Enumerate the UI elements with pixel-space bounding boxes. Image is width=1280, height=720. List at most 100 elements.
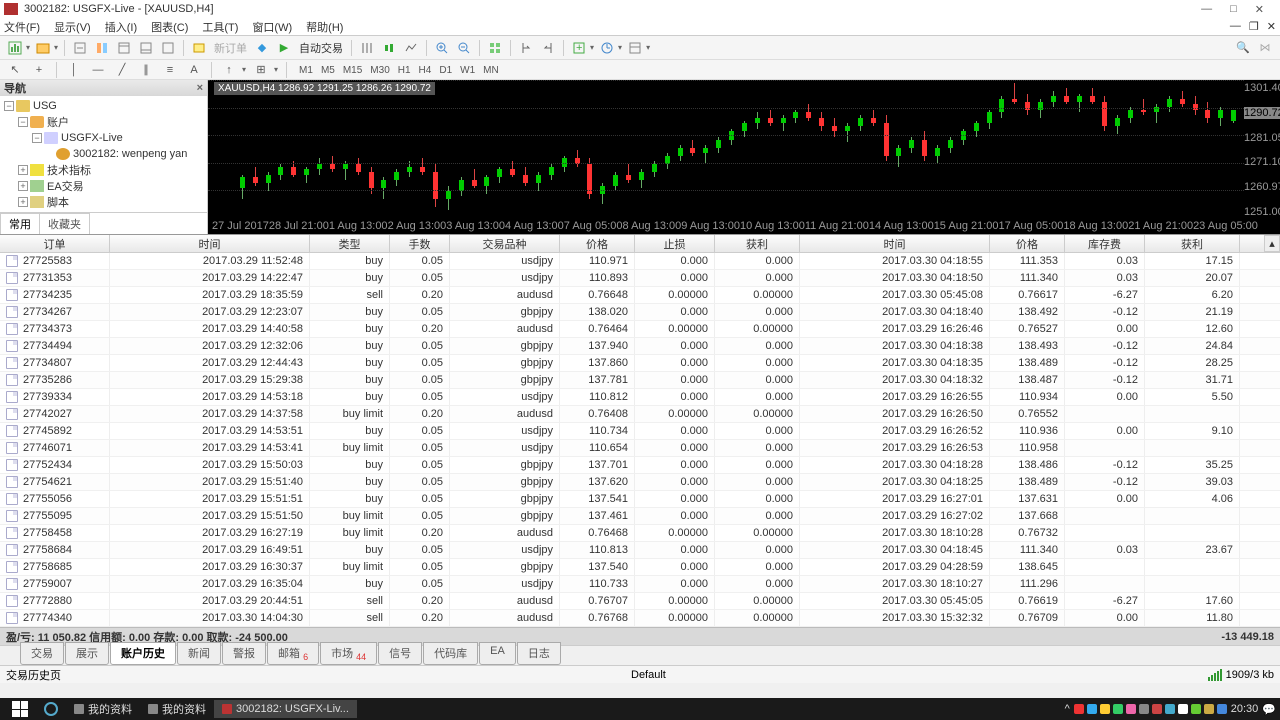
dropdown-icon[interactable]: ▾ (54, 43, 58, 52)
table-row[interactable]: 27758458 2017.03.29 16:27:19buy limit0.2… (0, 525, 1280, 542)
terminal-tab[interactable]: 账户历史 (110, 642, 176, 665)
menu-insert[interactable]: 插入(I) (105, 19, 137, 35)
auto-trade-icon[interactable]: ▶ (275, 39, 293, 57)
nav-tab-favorites[interactable]: 收藏夹 (39, 213, 90, 234)
tray-expand-icon[interactable]: ^ (1065, 703, 1070, 715)
table-row[interactable]: 27758684 2017.03.29 16:49:51buy0.05 usdj… (0, 542, 1280, 559)
timeframe-m5[interactable]: M5 (317, 65, 339, 76)
text-icon[interactable]: A (185, 61, 203, 79)
tree-indicators[interactable]: +技术指标 (0, 162, 207, 178)
table-row[interactable]: 27735286 2017.03.29 15:29:38buy0.05 gbpj… (0, 372, 1280, 389)
terminal-tab[interactable]: EA (479, 642, 516, 665)
channel-icon[interactable]: ∥ (137, 61, 155, 79)
terminal-tab[interactable]: 信号 (378, 642, 422, 665)
table-row[interactable]: 27755056 2017.03.29 15:51:51buy0.05 gbpj… (0, 491, 1280, 508)
taskbar-item[interactable]: 3002182: USGFX-Liv... (214, 700, 357, 718)
candle-chart-icon[interactable] (380, 39, 398, 57)
col-order[interactable]: 订单 (0, 235, 110, 252)
minimize-button[interactable]: — (1201, 3, 1212, 16)
terminal-tab[interactable]: 警报 (222, 642, 266, 665)
table-row[interactable]: 27752434 2017.03.29 15:50:03buy0.05 gbpj… (0, 457, 1280, 474)
dropdown-icon[interactable]: ▾ (242, 65, 246, 74)
col-tp[interactable]: 获利 (715, 235, 800, 252)
tree-accounts[interactable]: −账户 (0, 114, 207, 130)
zoom-in-icon[interactable] (433, 39, 451, 57)
table-row[interactable]: 27725583 2017.03.29 11:52:48buy0.05 usdj… (0, 253, 1280, 270)
table-row[interactable]: 27742027 2017.03.29 14:37:58buy limit0.2… (0, 406, 1280, 423)
horizontal-line-icon[interactable]: — (89, 61, 107, 79)
col-symbol[interactable]: 交易品种 (450, 235, 560, 252)
tree-account[interactable]: 3002182: wenpeng yan (0, 146, 207, 162)
tree-server[interactable]: −USGFX-Live (0, 130, 207, 146)
fibonacci-icon[interactable]: ≡ (161, 61, 179, 79)
table-row[interactable]: 27746071 2017.03.29 14:53:41buy limit0.0… (0, 440, 1280, 457)
timeframe-mn[interactable]: MN (479, 65, 503, 76)
data-window-icon[interactable] (93, 39, 111, 57)
mql-icon[interactable]: ⋈ (1256, 39, 1274, 57)
table-row[interactable]: 27734807 2017.03.29 12:44:43buy0.05 gbpj… (0, 355, 1280, 372)
menu-chart[interactable]: 图表(C) (151, 19, 188, 35)
col-swap[interactable]: 库存费 (1065, 235, 1145, 252)
crosshair-icon[interactable]: + (30, 61, 48, 79)
dropdown-icon[interactable]: ▾ (26, 43, 30, 52)
dropdown-icon[interactable]: ▾ (618, 43, 622, 52)
clock[interactable]: 20:30 (1231, 703, 1259, 715)
table-row[interactable]: 27734373 2017.03.29 14:40:58buy0.20 audu… (0, 321, 1280, 338)
zoom-out-icon[interactable] (455, 39, 473, 57)
table-row[interactable]: 27739334 2017.03.29 14:53:18buy0.05 usdj… (0, 389, 1280, 406)
table-row[interactable]: 27734494 2017.03.29 12:32:06buy0.05 gbpj… (0, 338, 1280, 355)
new-chart-icon[interactable] (6, 39, 24, 57)
col-type[interactable]: 类型 (310, 235, 390, 252)
col-sl[interactable]: 止损 (635, 235, 715, 252)
col-close-price[interactable]: 价格 (990, 235, 1065, 252)
table-row[interactable]: 27772880 2017.03.29 20:44:51sell0.20 aud… (0, 593, 1280, 610)
shift-chart-icon[interactable] (517, 39, 535, 57)
mdi-restore-icon[interactable]: ❐ (1249, 20, 1259, 33)
menu-view[interactable]: 显示(V) (54, 19, 91, 35)
trendline-icon[interactable]: ╱ (113, 61, 131, 79)
terminal-tab[interactable]: 代码库 (423, 642, 478, 665)
table-row[interactable]: 27734235 2017.03.29 18:35:59sell0.20 aud… (0, 287, 1280, 304)
cortana-button[interactable] (36, 700, 66, 718)
timeframe-w1[interactable]: W1 (456, 65, 479, 76)
tree-root[interactable]: −USG (0, 98, 207, 114)
market-watch-icon[interactable] (71, 39, 89, 57)
dropdown-icon[interactable]: ▾ (274, 65, 278, 74)
table-row[interactable]: 27758685 2017.03.29 16:30:37buy limit0.0… (0, 559, 1280, 576)
terminal-tab[interactable]: 新闻 (177, 642, 221, 665)
new-order-button[interactable]: 新订单 (214, 40, 247, 56)
terminal-tab[interactable]: 市场 44 (320, 642, 377, 665)
terminal-tab[interactable]: 交易 (20, 642, 64, 665)
profiles-icon[interactable] (34, 39, 52, 57)
tile-windows-icon[interactable] (486, 39, 504, 57)
objects-icon[interactable]: ⊞ (252, 61, 270, 79)
mdi-close-icon[interactable]: ✕ (1267, 20, 1276, 33)
col-profit[interactable]: 获利 (1145, 235, 1240, 252)
nav-tab-common[interactable]: 常用 (0, 213, 40, 234)
search-icon[interactable]: 🔍 (1234, 39, 1252, 57)
auto-trade-button[interactable]: 自动交易 (299, 40, 343, 56)
strategy-tester-icon[interactable] (159, 39, 177, 57)
close-button[interactable]: ✕ (1255, 3, 1264, 16)
terminal-tab[interactable]: 展示 (65, 642, 109, 665)
timeframe-m15[interactable]: M15 (339, 65, 366, 76)
start-button[interactable] (4, 700, 36, 718)
table-row[interactable]: 27731353 2017.03.29 14:22:47buy0.05 usdj… (0, 270, 1280, 287)
vertical-line-icon[interactable]: │ (65, 61, 83, 79)
tray-icons[interactable] (1074, 704, 1227, 714)
timeframe-h1[interactable]: H1 (394, 65, 415, 76)
chart-area[interactable]: XAUUSD,H4 1286.92 1291.25 1286.26 1290.7… (208, 80, 1280, 234)
notifications-icon[interactable]: 💬 (1262, 703, 1276, 716)
timeframe-d1[interactable]: D1 (435, 65, 456, 76)
col-close-time[interactable]: 时间 (800, 235, 990, 252)
table-row[interactable]: 27745892 2017.03.29 14:53:51buy0.05 usdj… (0, 423, 1280, 440)
taskbar-item[interactable]: 我的资料 (66, 700, 140, 718)
timeframe-h4[interactable]: H4 (415, 65, 436, 76)
scroll-up-button[interactable]: ▴ (1264, 235, 1280, 252)
maximize-button[interactable]: □ (1230, 3, 1237, 16)
metaquotes-icon[interactable]: ◆ (253, 39, 271, 57)
arrows-icon[interactable]: ↑ (220, 61, 238, 79)
terminal-tab[interactable]: 邮箱 6 (267, 642, 319, 665)
col-price[interactable]: 价格 (560, 235, 635, 252)
close-panel-icon[interactable]: × (197, 82, 203, 94)
